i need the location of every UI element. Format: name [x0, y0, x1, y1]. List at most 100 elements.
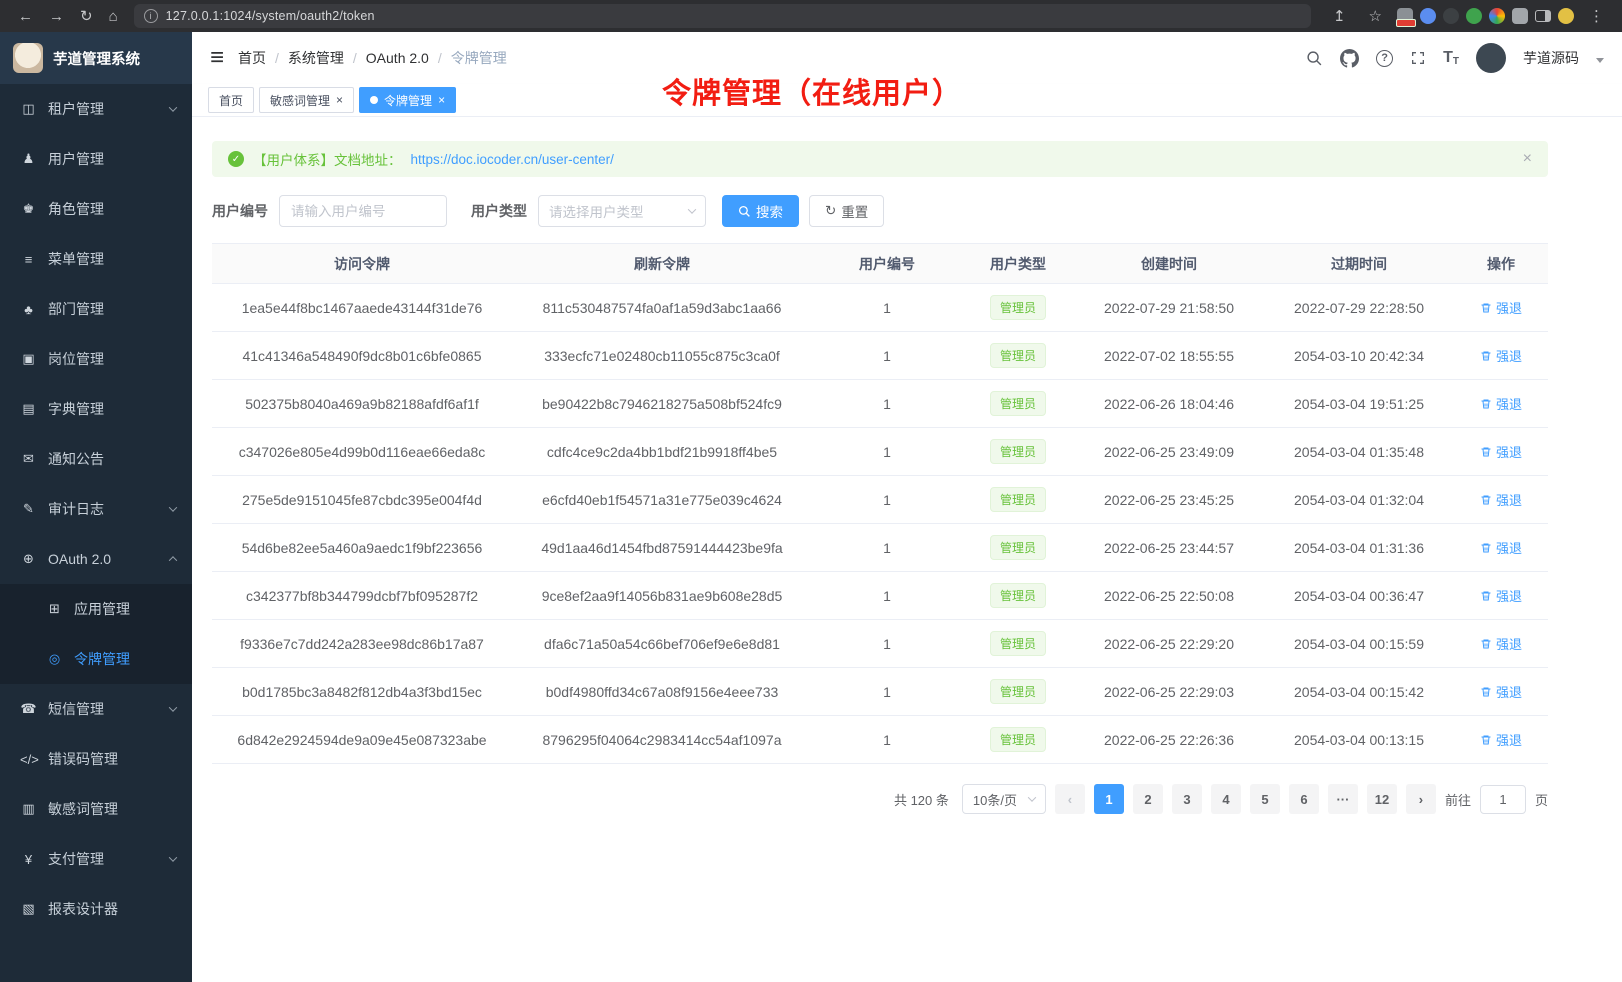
logo-image — [13, 43, 43, 73]
force-logout-button[interactable]: 强退 — [1480, 442, 1522, 461]
breadcrumb-item[interactable]: 系统管理 — [288, 48, 344, 68]
fullscreen-icon[interactable] — [1410, 50, 1426, 66]
font-size-icon[interactable]: TT — [1443, 49, 1459, 67]
page-button[interactable]: 3 — [1172, 784, 1202, 814]
force-logout-button[interactable]: 强退 — [1480, 394, 1522, 413]
address-bar[interactable]: i 127.0.0.1:1024/system/oauth2/token — [134, 4, 1311, 28]
close-icon[interactable]: × — [438, 94, 445, 106]
force-logout-button[interactable]: 强退 — [1480, 346, 1522, 365]
force-logout-button[interactable]: 强退 — [1480, 538, 1522, 557]
sidebar-item-report-designer[interactable]: ▧ 报表设计器 — [0, 884, 192, 934]
extension-icon[interactable] — [1420, 8, 1436, 24]
extension-icon[interactable] — [1443, 8, 1459, 24]
split-view-icon[interactable] — [1535, 10, 1551, 22]
help-icon[interactable]: ? — [1376, 50, 1393, 67]
sidebar-item-notice[interactable]: ✉ 通知公告 — [0, 434, 192, 484]
forward-button[interactable]: → — [49, 9, 64, 24]
user-id-cell: 1 — [812, 428, 962, 476]
goto-page-input[interactable] — [1480, 785, 1526, 814]
browser-profile-avatar[interactable] — [1558, 8, 1574, 24]
sidebar-item-post[interactable]: ▣ 岗位管理 — [0, 334, 192, 384]
extension-icon[interactable] — [1466, 8, 1482, 24]
breadcrumb-item[interactable]: 令牌管理 — [451, 48, 507, 68]
sidebar-item-sensitive-word[interactable]: ▥ 敏感词管理 — [0, 784, 192, 834]
tab[interactable]: 首页 × — [208, 87, 254, 113]
create-time-cell: 2022-06-25 22:29:20 — [1074, 620, 1264, 668]
force-logout-button[interactable]: 强退 — [1480, 634, 1522, 653]
tenant-icon: ◫ — [20, 101, 37, 117]
bookmark-star-icon[interactable]: ☆ — [1369, 9, 1382, 24]
access-token-cell: c342377bf8b344799dcbf7bf095287f2 — [212, 572, 512, 620]
user-avatar[interactable] — [1476, 43, 1506, 73]
force-logout-button[interactable]: 强退 — [1480, 682, 1522, 701]
user-id-input[interactable] — [279, 195, 447, 227]
page-button[interactable]: ··· — [1328, 784, 1358, 814]
sidebar-item-department[interactable]: ♣ 部门管理 — [0, 284, 192, 334]
site-info-icon[interactable]: i — [144, 9, 158, 23]
app-title: 芋道管理系统 — [53, 48, 140, 69]
reload-button[interactable]: ↻ — [80, 9, 93, 24]
sidebar-item-user[interactable]: ♟ 用户管理 — [0, 134, 192, 184]
tab[interactable]: 敏感词管理 × — [259, 87, 354, 113]
sidebar-item-payment[interactable]: ¥ 支付管理 — [0, 834, 192, 884]
sidebar-item-error-code[interactable]: </> 错误码管理 — [0, 734, 192, 784]
next-page-button[interactable]: › — [1406, 784, 1436, 814]
sidebar-item-menu[interactable]: ≡ 菜单管理 — [0, 234, 192, 284]
breadcrumb-separator: / — [438, 50, 442, 66]
sidebar-item-sms[interactable]: ☎ 短信管理 — [0, 684, 192, 734]
page-button[interactable]: 12 — [1367, 784, 1397, 814]
share-icon[interactable]: ↥ — [1333, 9, 1346, 24]
table-row: f9336e7c7dd242a283ee98dc86b17a87 dfa6c71… — [212, 620, 1548, 668]
caret-down-icon[interactable] — [1596, 58, 1604, 63]
force-logout-button[interactable]: 强退 — [1480, 298, 1522, 317]
user-id-cell: 1 — [812, 284, 962, 332]
sidebar-item-tenant[interactable]: ◫ 租户管理 — [0, 84, 192, 134]
create-time-cell: 2022-06-25 23:44:57 — [1074, 524, 1264, 572]
prev-page-button[interactable]: ‹ — [1055, 784, 1085, 814]
back-button[interactable]: ← — [18, 9, 33, 24]
force-logout-button[interactable]: 强退 — [1480, 730, 1522, 749]
sidebar-item-audit-log[interactable]: ✎ 审计日志 — [0, 484, 192, 534]
page-button[interactable]: 1 — [1094, 784, 1124, 814]
access-token-cell: c347026e805e4d99b0d116eae66eda8c — [212, 428, 512, 476]
user-id-cell: 1 — [812, 524, 962, 572]
tab[interactable]: 令牌管理 × — [359, 87, 456, 113]
audit-log-icon: ✎ — [20, 501, 37, 517]
create-time-cell: 2022-07-02 18:55:55 — [1074, 332, 1264, 380]
force-logout-button[interactable]: 强退 — [1480, 586, 1522, 605]
breadcrumb-item[interactable]: 首页 — [238, 48, 266, 68]
page-button[interactable]: 6 — [1289, 784, 1319, 814]
page-size-select[interactable]: 10条/页 — [962, 784, 1046, 814]
extension-icon[interactable] — [1397, 8, 1413, 24]
sidebar-item-dictionary[interactable]: ▤ 字典管理 — [0, 384, 192, 434]
force-logout-button[interactable]: 强退 — [1480, 490, 1522, 509]
expire-time-cell: 2054-03-04 19:51:25 — [1264, 380, 1454, 428]
reset-button[interactable]: ↻ 重置 — [809, 195, 884, 227]
username[interactable]: 芋道源码 — [1523, 48, 1579, 68]
sidebar-item-oauth2[interactable]: ⊕ OAuth 2.0 — [0, 534, 192, 584]
github-icon[interactable] — [1340, 49, 1359, 68]
alert-doc-link[interactable]: https://doc.iocoder.cn/user-center/ — [411, 152, 614, 167]
search-button[interactable]: 搜索 — [722, 195, 799, 227]
close-icon[interactable]: × — [336, 94, 343, 106]
home-button[interactable]: ⌂ — [109, 9, 118, 24]
page-button[interactable]: 4 — [1211, 784, 1241, 814]
extension-icon[interactable] — [1489, 8, 1505, 24]
page-button[interactable]: 2 — [1133, 784, 1163, 814]
user-id-cell: 1 — [812, 380, 962, 428]
breadcrumb-item[interactable]: OAuth 2.0 — [366, 50, 429, 66]
create-time-cell: 2022-06-26 18:04:46 — [1074, 380, 1264, 428]
header-search-icon[interactable] — [1306, 50, 1323, 67]
app-logo[interactable]: 芋道管理系统 — [0, 32, 192, 84]
sidebar-item-oauth2-token[interactable]: ◎ 令牌管理 — [0, 634, 192, 684]
table-row: 1ea5e44f8bc1467aaede43144f31de76 811c530… — [212, 284, 1548, 332]
sidebar-item-role[interactable]: ♚ 角色管理 — [0, 184, 192, 234]
collapse-sidebar-icon[interactable]: ≡ — [210, 46, 224, 70]
sidebar-item-oauth2-application[interactable]: ⊞ 应用管理 — [0, 584, 192, 634]
puzzle-extensions-icon[interactable] — [1512, 8, 1528, 24]
alert-close-icon[interactable]: × — [1523, 150, 1532, 168]
user-type-select[interactable]: 请选择用户类型 — [538, 195, 706, 227]
sidebar-menu: ◫ 租户管理 ♟ 用户管理 ♚ 角色管理 ≡ — [0, 84, 192, 934]
overflow-menu-icon[interactable]: ⋮ — [1589, 9, 1604, 24]
page-button[interactable]: 5 — [1250, 784, 1280, 814]
